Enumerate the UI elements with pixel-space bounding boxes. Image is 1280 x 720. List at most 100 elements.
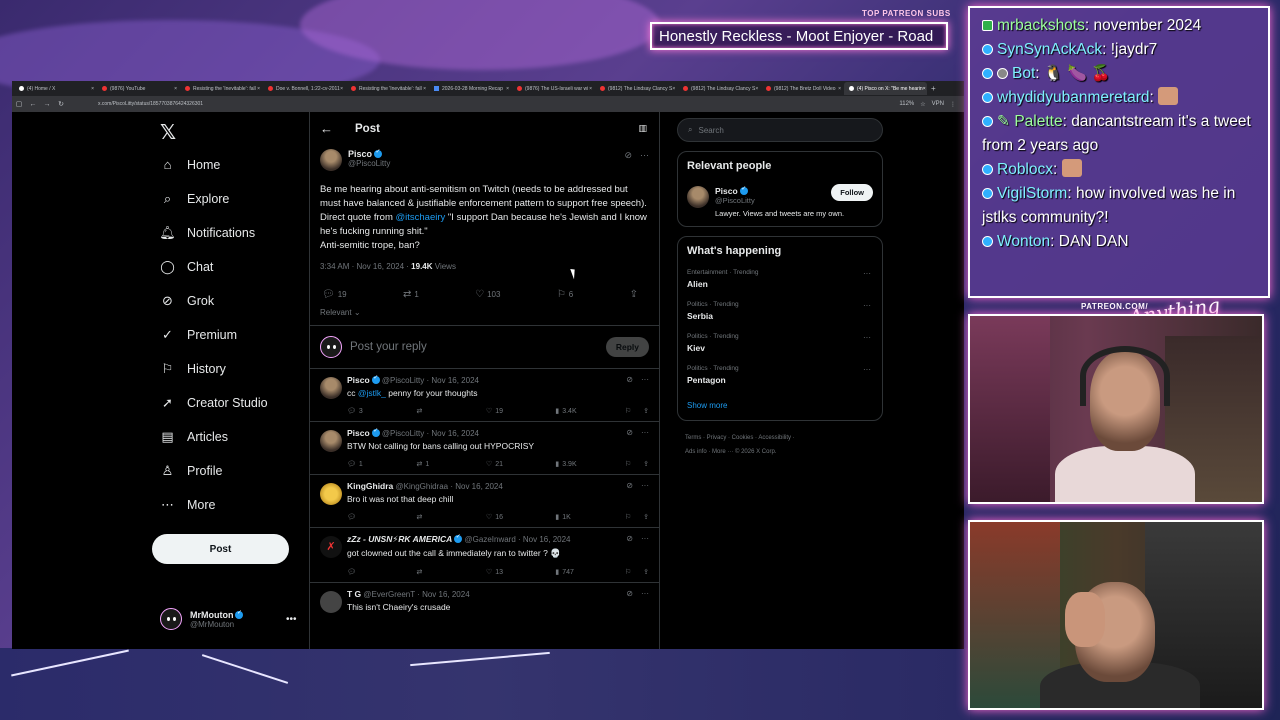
- nav-creator-studio[interactable]: ➚ Creator Studio: [160, 395, 268, 410]
- browser-tab[interactable]: (9876) The US-Israeli war wi ×: [512, 82, 595, 95]
- close-icon[interactable]: ×: [672, 86, 675, 92]
- menu-icon[interactable]: ⋮: [950, 101, 956, 108]
- bookmark-icon[interactable]: ⚐: [625, 513, 631, 521]
- share-icon[interactable]: ⇪: [643, 568, 649, 576]
- grok-icon[interactable]: ⊘: [626, 589, 633, 598]
- more-dots-icon[interactable]: ···: [863, 301, 871, 310]
- repost-action[interactable]: ⇄ 1: [416, 460, 471, 469]
- new-tab-icon[interactable]: +: [931, 84, 936, 93]
- reply-action[interactable]: 💬︎: [347, 568, 402, 576]
- mention-link[interactable]: @itschaeiry: [396, 212, 446, 223]
- more-dots-icon[interactable]: ···: [641, 481, 649, 490]
- like-action[interactable]: ♡ 13: [486, 568, 541, 577]
- repost-action[interactable]: ⇄: [416, 568, 471, 576]
- more-dots-icon[interactable]: ···: [641, 428, 649, 437]
- browser-tab[interactable]: (4) Home / X ×: [14, 82, 97, 95]
- sidebar-toggle-icon[interactable]: ▢: [12, 100, 26, 108]
- grok-icon[interactable]: ⊘: [626, 375, 633, 384]
- close-icon[interactable]: ×: [91, 86, 94, 92]
- close-icon[interactable]: ×: [340, 86, 343, 92]
- avatar[interactable]: [320, 377, 342, 399]
- like-action[interactable]: ♡ 103: [475, 289, 500, 300]
- close-icon[interactable]: ×: [423, 86, 426, 92]
- nav-profile[interactable]: ♙ Profile: [160, 463, 223, 478]
- more-dots-icon[interactable]: ···: [863, 365, 871, 374]
- reply-input[interactable]: Post your reply: [350, 341, 427, 353]
- views-action[interactable]: ▮ 747: [555, 568, 610, 577]
- trend-item[interactable]: Entertainment · Trending Alien ···: [687, 269, 873, 289]
- relevant-person[interactable]: Pisco @PiscoLitty Lawyer. Views and twee…: [687, 184, 873, 218]
- avatar[interactable]: [320, 483, 342, 505]
- avatar[interactable]: [320, 591, 342, 613]
- nav-history[interactable]: ⚐ History: [160, 361, 226, 376]
- back-arrow-icon[interactable]: ←: [320, 121, 333, 136]
- browser-tab[interactable]: (9812) The Lindsay Clancy S ×: [595, 82, 678, 95]
- reply-action[interactable]: 💬︎ 3: [347, 407, 402, 416]
- star-icon[interactable]: ☆: [920, 101, 925, 108]
- mention-link[interactable]: @jstlk_: [358, 388, 386, 398]
- nav-grok[interactable]: ⊘ Grok: [160, 293, 214, 308]
- close-icon[interactable]: ×: [923, 86, 926, 92]
- reply-item[interactable]: Pisco @PiscoLitty · Nov 16, 2024 ⊘··· cc…: [310, 369, 659, 422]
- bookmark-icon[interactable]: ⚐: [625, 568, 631, 576]
- follow-button[interactable]: Follow: [831, 184, 873, 201]
- sort-dropdown[interactable]: Relevant ⌄: [320, 308, 649, 317]
- zoom-indicator[interactable]: 112%: [899, 101, 914, 108]
- reply-item[interactable]: ✗ zZz - UNSN⚡RK AMERICA @GazeInward · No…: [310, 528, 659, 583]
- author-handle[interactable]: @PiscoLitty: [348, 159, 390, 168]
- browser-tab[interactable]: 2026-03-28 Morning Recap ×: [429, 82, 512, 95]
- more-dots-icon[interactable]: ···: [641, 589, 649, 598]
- reply-action[interactable]: 💬︎: [347, 513, 402, 521]
- show-more-link[interactable]: Show more: [687, 401, 873, 412]
- share-action[interactable]: ⇪: [630, 289, 641, 300]
- more-dots-icon[interactable]: ···: [641, 375, 649, 384]
- url-field[interactable]: x.com/PiscoLitty/status/1857703876424326…: [98, 101, 899, 107]
- reply-action[interactable]: 💬︎ 19: [322, 289, 347, 300]
- reader-mode-icon[interactable]: ▥: [638, 123, 647, 134]
- grok-icon[interactable]: ⊘: [626, 534, 633, 543]
- reply-button[interactable]: Reply: [605, 337, 649, 357]
- x-logo-icon[interactable]: 𝕏: [160, 120, 176, 145]
- views-action[interactable]: ▮ 1K: [555, 513, 610, 522]
- close-icon[interactable]: ×: [506, 86, 509, 92]
- author-avatar[interactable]: [320, 149, 342, 171]
- like-action[interactable]: ♡ 21: [486, 460, 541, 469]
- views-action[interactable]: ▮ 3.4K: [555, 407, 610, 416]
- close-icon[interactable]: ×: [174, 86, 177, 92]
- more-dots-icon[interactable]: ···: [863, 269, 871, 278]
- more-dots-icon[interactable]: ···: [863, 333, 871, 342]
- trend-item[interactable]: Politics · Trending Pentagon ···: [687, 365, 873, 385]
- browser-tab[interactable]: Resisting the 'Inevitable': fall ×: [346, 82, 429, 95]
- browser-tab[interactable]: (9812) The Bretz Doll Video ×: [761, 82, 844, 95]
- post-button[interactable]: Post: [152, 534, 289, 564]
- views-action[interactable]: ▮ 3.9K: [555, 460, 610, 469]
- close-icon[interactable]: ×: [257, 86, 260, 92]
- avatar[interactable]: [687, 186, 709, 208]
- avatar[interactable]: ✗: [320, 536, 342, 558]
- reply-action[interactable]: 💬︎ 1: [347, 460, 402, 469]
- grok-icon[interactable]: ⊘: [624, 150, 632, 161]
- nav-more[interactable]: ⋯ More: [160, 497, 215, 512]
- browser-tab[interactable]: Doe v. Bonnell, 1:22-cv-2011 ×: [263, 82, 346, 95]
- nav-chat[interactable]: ◯ Chat: [160, 259, 213, 274]
- browser-tab[interactable]: (9812) The Lindsay Clancy S ×: [678, 82, 761, 95]
- trend-item[interactable]: Politics · Trending Kiev ···: [687, 333, 873, 353]
- reply-item[interactable]: KingGhidra @KingGhidraa · Nov 16, 2024 ⊘…: [310, 475, 659, 528]
- bookmark-icon[interactable]: ⚐: [625, 407, 631, 415]
- reply-item[interactable]: Pisco @PiscoLitty · Nov 16, 2024 ⊘··· BT…: [310, 422, 659, 475]
- forward-icon[interactable]: →: [40, 101, 54, 108]
- browser-tab[interactable]: (9876) YouTube ×: [97, 82, 180, 95]
- search-input[interactable]: ⌕ Search: [677, 118, 883, 142]
- nav-premium[interactable]: ✓ Premium: [160, 327, 237, 342]
- close-icon[interactable]: ×: [838, 86, 841, 92]
- share-icon[interactable]: ⇪: [643, 513, 649, 521]
- more-dots-icon[interactable]: •••: [286, 614, 297, 625]
- trend-item[interactable]: Politics · Trending Serbia ···: [687, 301, 873, 321]
- account-switcher[interactable]: MrMouton @MrMouton •••: [160, 608, 297, 630]
- reply-item[interactable]: T G @EverGreenT · Nov 16, 2024 ⊘ ··· This…: [310, 583, 659, 613]
- back-icon[interactable]: ←: [26, 101, 40, 108]
- browser-tab-active[interactable]: (4) Pisco on X: "Be me hearin ×: [844, 82, 927, 95]
- browser-tab[interactable]: Resisting the 'Inevitable': fall ×: [180, 82, 263, 95]
- nav-explore[interactable]: ⌕ Explore: [160, 191, 230, 206]
- repost-action[interactable]: ⇄: [416, 513, 471, 521]
